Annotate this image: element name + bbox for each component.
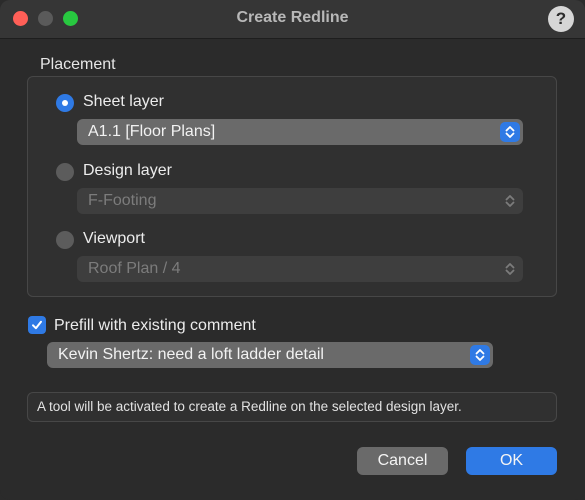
title-bar: Create Redline ? [0, 0, 585, 39]
placement-section-label: Placement [40, 56, 116, 73]
chevron-up-down-icon [500, 259, 520, 279]
sheet-layer-label: Sheet layer [83, 93, 164, 110]
design-layer-select-value: F-Footing [88, 192, 157, 209]
question-mark-icon: ? [555, 9, 567, 28]
info-message: A tool will be activated to create a Red… [27, 392, 557, 422]
sheet-layer-select[interactable]: A1.1 [Floor Plans] [77, 119, 523, 145]
viewport-select[interactable]: Roof Plan / 4 [77, 256, 523, 282]
create-redline-dialog: Create Redline ? Placement Sheet layer A… [0, 0, 585, 500]
viewport-label: Viewport [83, 230, 145, 247]
checkmark-icon [32, 320, 42, 330]
design-layer-select[interactable]: F-Footing [77, 188, 523, 214]
viewport-select-value: Roof Plan / 4 [88, 260, 181, 277]
ok-button[interactable]: OK [466, 447, 557, 475]
chevron-up-down-icon [500, 191, 520, 211]
prefill-checkbox[interactable] [28, 316, 46, 334]
dialog-title: Create Redline [236, 9, 349, 26]
help-button[interactable]: ? [548, 6, 574, 32]
existing-comment-select[interactable]: Kevin Shertz: need a loft ladder detail [47, 342, 493, 368]
existing-comment-select-value: Kevin Shertz: need a loft ladder detail [58, 346, 324, 363]
cancel-button[interactable]: Cancel [357, 447, 448, 475]
sheet-layer-radio[interactable] [56, 94, 74, 112]
prefill-label: Prefill with existing comment [54, 317, 256, 334]
chevron-up-down-icon [470, 345, 490, 365]
chevron-up-down-icon [500, 122, 520, 142]
design-layer-radio[interactable] [56, 163, 74, 181]
sheet-layer-select-value: A1.1 [Floor Plans] [88, 123, 216, 140]
viewport-radio[interactable] [56, 231, 74, 249]
design-layer-label: Design layer [83, 162, 172, 179]
